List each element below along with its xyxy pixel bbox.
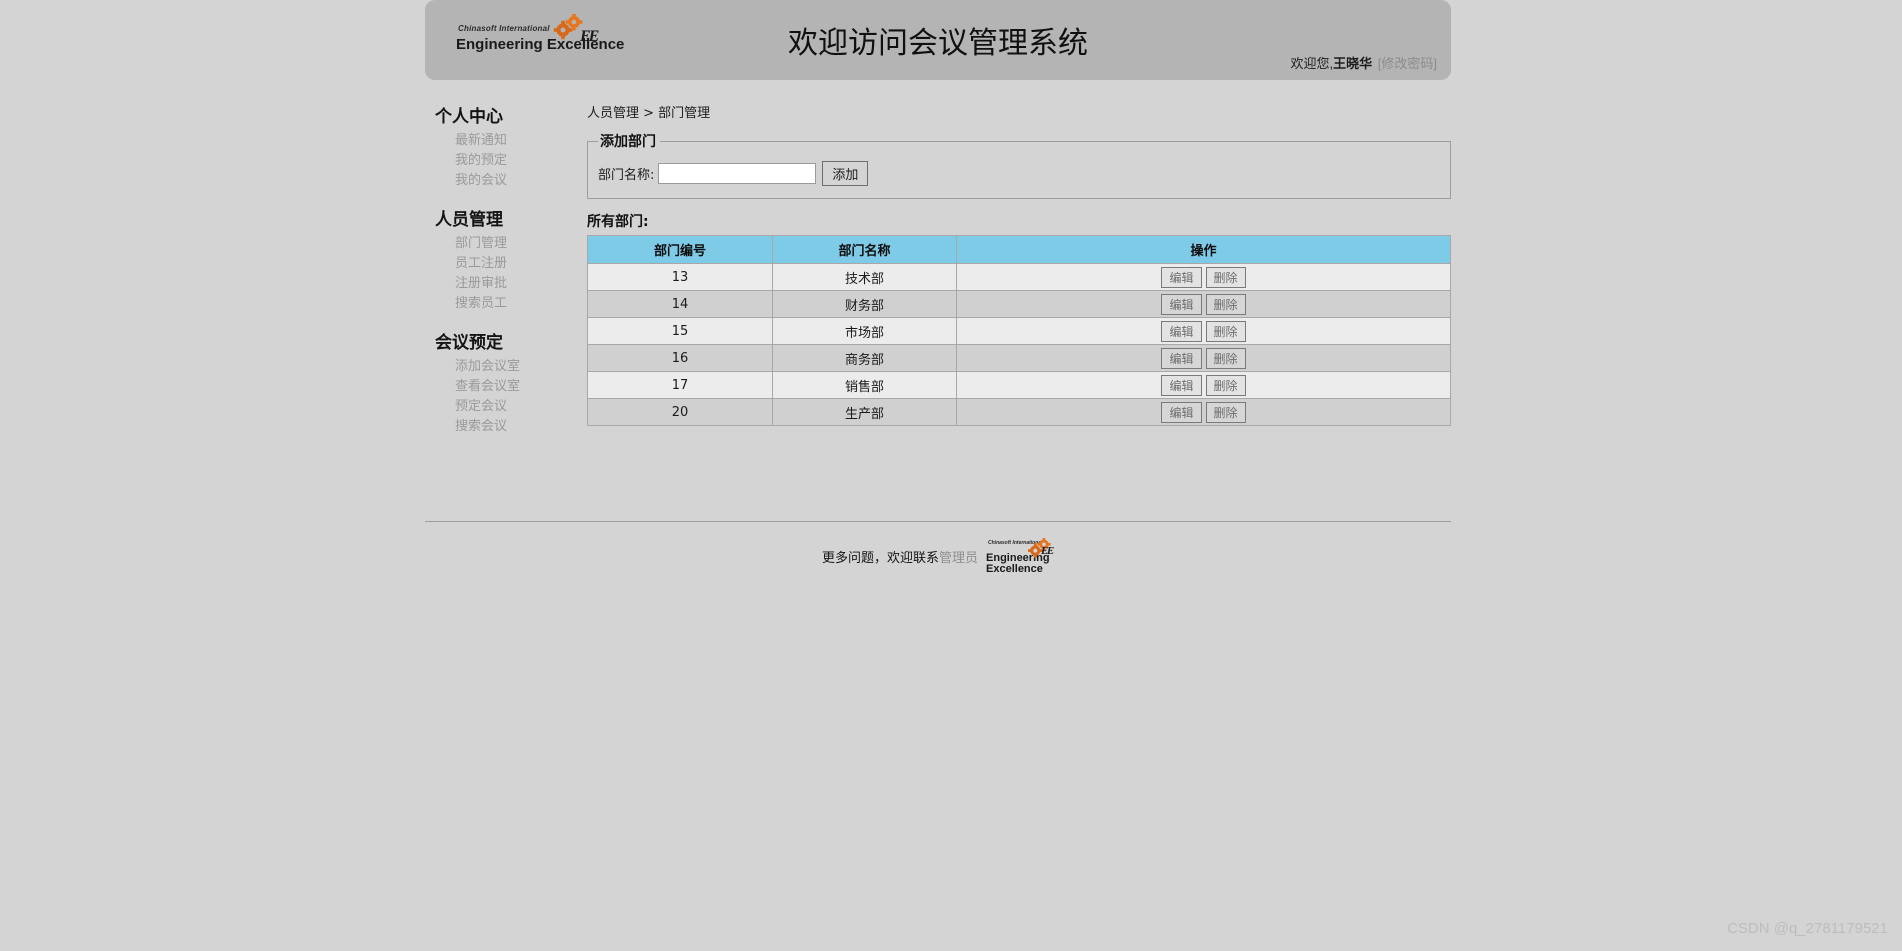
- delete-button[interactable]: 删除: [1205, 401, 1246, 423]
- edit-button[interactable]: 编辑: [1161, 347, 1202, 369]
- cell-dept-name: 销售部: [772, 371, 957, 399]
- site-footer: 更多问题，欢迎联系管理员 Chinasoft International Eng…: [425, 522, 1451, 575]
- sidebar-item-employee-register[interactable]: 员工注册: [455, 254, 573, 274]
- delete-button[interactable]: 删除: [1205, 374, 1246, 396]
- cell-actions: 编辑 删除: [956, 263, 1451, 291]
- add-department-form: 添加部门 部门名称: 添加: [587, 131, 1451, 199]
- sidebar-item-search-meeting[interactable]: 搜索会议: [455, 417, 573, 437]
- user-greeting: 欢迎您,王晓华 [修改密码]: [1291, 53, 1438, 72]
- nav-group-title: 个人中心: [435, 107, 503, 127]
- sidebar-item-my-bookings[interactable]: 我的预定: [455, 151, 573, 171]
- greeting-prefix: 欢迎您,: [1290, 56, 1334, 71]
- table-row: 16 商务部 编辑 删除: [587, 344, 1451, 372]
- sidebar: 个人中心 最新通知 我的预定 我的会议 人员管理 部门管理 员工注册 注册审批 …: [425, 102, 573, 437]
- cell-dept-id: 14: [587, 290, 773, 318]
- footer-text-prefix: 更多问题，欢迎联系: [821, 550, 939, 566]
- delete-button[interactable]: 删除: [1205, 266, 1246, 288]
- sidebar-item-register-approval[interactable]: 注册审批: [455, 274, 573, 294]
- cell-actions: 编辑 删除: [956, 398, 1451, 426]
- sidebar-item-my-meetings[interactable]: 我的会议: [455, 171, 573, 191]
- cell-actions: 编辑 删除: [956, 317, 1451, 345]
- cell-dept-name: 商务部: [772, 344, 957, 372]
- nav-group-title: 会议预定: [435, 333, 503, 353]
- change-password-link[interactable]: [修改密码]: [1378, 56, 1437, 71]
- cell-dept-id: 15: [587, 317, 773, 345]
- table-row: 20 生产部 编辑 删除: [587, 398, 1451, 426]
- cell-dept-name: 财务部: [772, 290, 957, 318]
- sidebar-item-book-meeting[interactable]: 预定会议: [455, 397, 573, 417]
- table-row: 17 销售部 编辑 删除: [587, 371, 1451, 399]
- delete-button[interactable]: 删除: [1205, 293, 1246, 315]
- department-name-row: 部门名称: 添加: [598, 161, 1440, 186]
- breadcrumb: 人员管理 > 部门管理: [587, 106, 711, 121]
- table-row: 14 财务部 编辑 删除: [587, 290, 1451, 318]
- nav-group-title: 人员管理: [435, 210, 503, 230]
- table-row: 15 市场部 编辑 删除: [587, 317, 1451, 345]
- delete-button[interactable]: 删除: [1205, 320, 1246, 342]
- add-department-legend: 添加部门: [600, 134, 656, 150]
- cell-dept-name: 市场部: [772, 317, 957, 345]
- edit-button[interactable]: 编辑: [1161, 293, 1202, 315]
- table-row: 13 技术部 编辑 删除: [587, 263, 1451, 291]
- nav-group-personnel: 人员管理 部门管理 员工注册 注册审批 搜索员工: [435, 205, 573, 314]
- column-header-dept-id: 部门编号: [587, 235, 773, 264]
- table-header-row: 部门编号 部门名称 操作: [587, 235, 1451, 264]
- footer-text: 更多问题，欢迎联系管理员: [822, 547, 978, 566]
- site-header: Chinasoft International Engineering Exce…: [425, 0, 1451, 80]
- content-row: 个人中心 最新通知 我的预定 我的会议 人员管理 部门管理 员工注册 注册审批 …: [425, 80, 1451, 437]
- cell-dept-id: 20: [587, 398, 773, 426]
- add-department-button[interactable]: 添加: [822, 161, 869, 186]
- contact-admin-link[interactable]: 管理员: [939, 551, 978, 566]
- sidebar-item-department-management[interactable]: 部门管理: [455, 234, 573, 254]
- edit-button[interactable]: 编辑: [1161, 401, 1202, 423]
- cell-dept-id: 13: [587, 263, 773, 291]
- department-name-label: 部门名称:: [598, 168, 655, 183]
- csdn-watermark: CSDN @q_2781179521: [1727, 920, 1888, 937]
- cell-dept-id: 17: [587, 371, 773, 399]
- edit-button[interactable]: 编辑: [1161, 374, 1202, 396]
- main-content: 人员管理 > 部门管理 添加部门 部门名称: 添加 所有部门: 部门编号 部门名: [573, 102, 1451, 426]
- department-name-input[interactable]: [658, 163, 817, 184]
- sidebar-item-view-meeting-room[interactable]: 查看会议室: [455, 377, 573, 397]
- cell-dept-id: 16: [587, 344, 773, 372]
- nav-group-meeting: 会议预定 添加会议室 查看会议室 预定会议 搜索会议: [435, 328, 573, 437]
- footer-brand-logo: Chinasoft International Engineering Exce…: [986, 537, 1054, 575]
- cell-dept-name: 技术部: [772, 263, 957, 291]
- all-departments-title: 所有部门:: [587, 214, 649, 230]
- column-header-dept-name: 部门名称: [772, 235, 957, 264]
- departments-table: 部门编号 部门名称 操作 13 技术部 编辑 删除 14 财务部 编辑 删除 1…: [587, 235, 1451, 426]
- sidebar-item-search-employee[interactable]: 搜索员工: [455, 294, 573, 314]
- delete-button[interactable]: 删除: [1205, 347, 1246, 369]
- edit-button[interactable]: 编辑: [1161, 266, 1202, 288]
- cell-actions: 编辑 删除: [956, 371, 1451, 399]
- page-container: Chinasoft International Engineering Exce…: [425, 0, 1451, 575]
- edit-button[interactable]: 编辑: [1161, 320, 1202, 342]
- cell-actions: 编辑 删除: [956, 290, 1451, 318]
- cell-actions: 编辑 删除: [956, 344, 1451, 372]
- sidebar-item-latest-notice[interactable]: 最新通知: [455, 131, 573, 151]
- user-name: 王晓华: [1333, 56, 1373, 71]
- column-header-actions: 操作: [956, 235, 1451, 264]
- footer-ee-mark: EE: [1041, 545, 1054, 557]
- nav-group-personal: 个人中心 最新通知 我的预定 我的会议: [435, 102, 573, 191]
- sidebar-item-add-meeting-room[interactable]: 添加会议室: [455, 357, 573, 377]
- cell-dept-name: 生产部: [772, 398, 957, 426]
